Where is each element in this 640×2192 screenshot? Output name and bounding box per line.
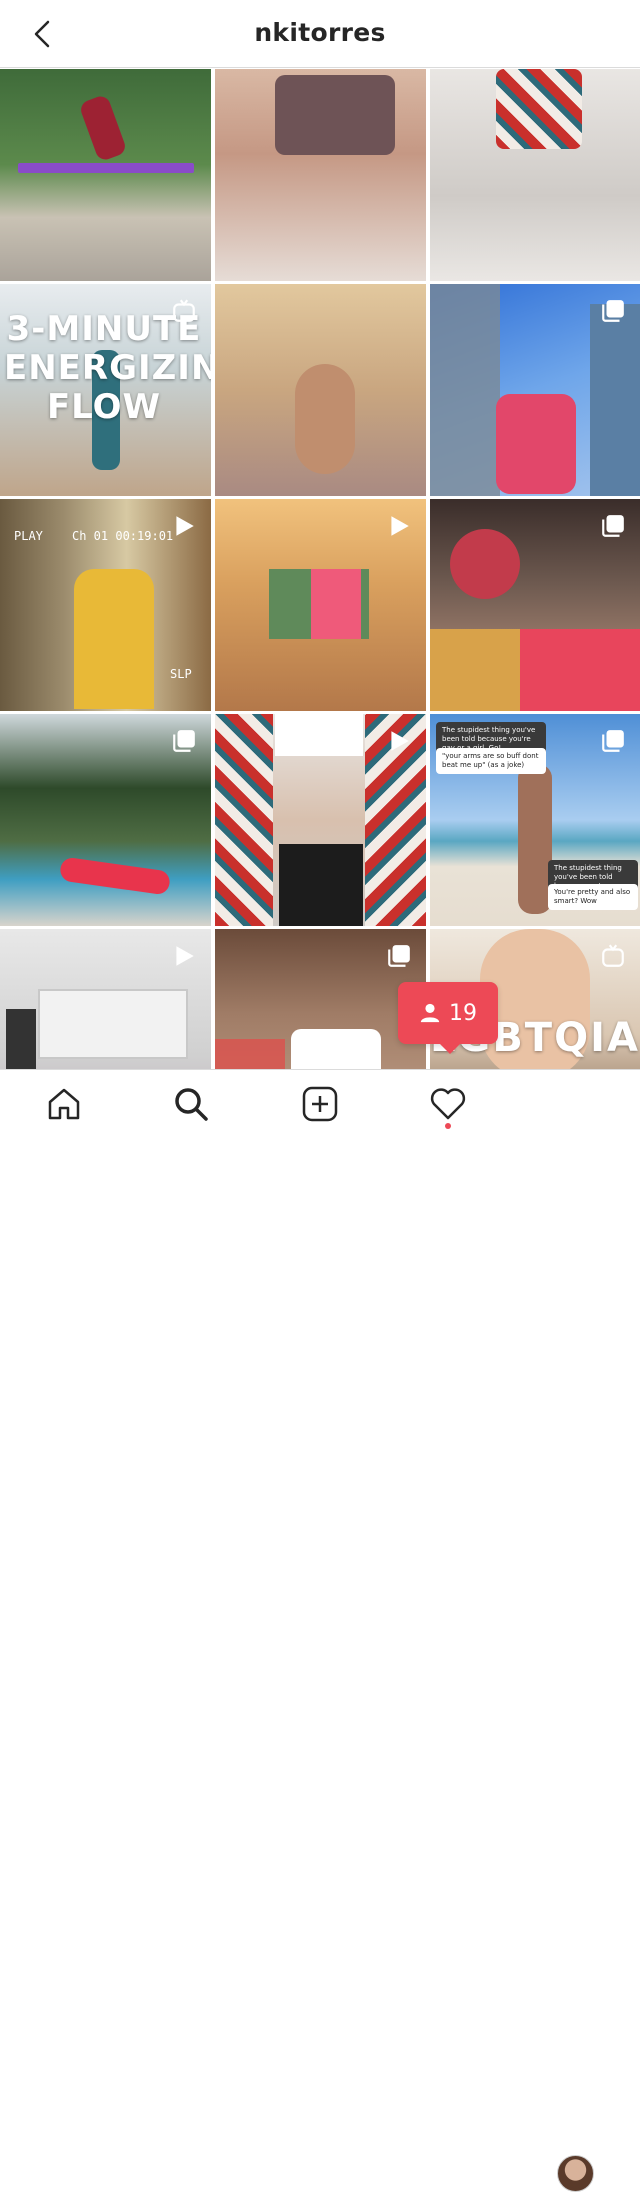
page-title: nkitorres bbox=[0, 18, 640, 47]
post-thumbnail[interactable] bbox=[215, 284, 426, 496]
carousel-icon bbox=[600, 513, 626, 539]
story-answer-1: "your arms are so buff dont beat me up" … bbox=[436, 748, 546, 774]
home-icon[interactable] bbox=[44, 1084, 84, 1124]
igtv-icon bbox=[600, 943, 626, 969]
post-thumbnail[interactable] bbox=[215, 929, 426, 1069]
follower-notification[interactable]: 19 bbox=[398, 982, 498, 1044]
video-icon bbox=[386, 513, 412, 539]
post-thumbnail[interactable] bbox=[430, 499, 640, 711]
vhs-left-label: PLAY bbox=[14, 529, 43, 543]
video-icon bbox=[171, 943, 197, 969]
video-icon bbox=[171, 513, 197, 539]
person-icon bbox=[419, 1002, 441, 1024]
vhs-bottom-label: SLP bbox=[170, 667, 192, 681]
video-icon bbox=[386, 728, 412, 754]
top-bar: nkitorres bbox=[0, 0, 640, 68]
story-answer-2: You're pretty and also smart? Wow bbox=[548, 884, 638, 910]
bottom-tab-bar bbox=[0, 1069, 640, 1138]
add-post-icon[interactable] bbox=[300, 1084, 340, 1124]
posts-grid: 3-MINUTE ENERGIZING FLOW PLAY Ch 01 00:1… bbox=[0, 69, 640, 1069]
post-thumbnail[interactable]: PLAY Ch 01 00:19:01 SLP bbox=[0, 499, 211, 711]
profile-avatar[interactable] bbox=[557, 2155, 594, 2192]
post-thumbnail[interactable] bbox=[215, 499, 426, 711]
post-thumbnail[interactable] bbox=[0, 69, 211, 281]
search-icon[interactable] bbox=[171, 1084, 211, 1124]
post-thumbnail[interactable] bbox=[215, 714, 426, 926]
heart-icon[interactable] bbox=[428, 1084, 468, 1124]
post-thumbnail[interactable] bbox=[430, 284, 640, 496]
carousel-icon bbox=[600, 728, 626, 754]
carousel-icon bbox=[600, 298, 626, 324]
activity-indicator-dot bbox=[445, 1123, 451, 1129]
post-thumbnail[interactable]: The stupidest thing you've been told bec… bbox=[430, 714, 640, 926]
post-thumbnail[interactable] bbox=[0, 714, 211, 926]
vhs-right-label: Ch 01 00:19:01 bbox=[72, 529, 173, 543]
post-thumbnail[interactable] bbox=[0, 929, 211, 1069]
igtv-icon bbox=[171, 298, 197, 324]
post-thumbnail[interactable]: 3-MINUTE ENERGIZING FLOW bbox=[0, 284, 211, 496]
post-thumbnail[interactable] bbox=[215, 69, 426, 281]
carousel-icon bbox=[386, 943, 412, 969]
notification-count: 19 bbox=[449, 1001, 477, 1026]
post-thumbnail[interactable] bbox=[430, 69, 640, 281]
carousel-icon bbox=[171, 728, 197, 754]
post-overlay-text: 3-MINUTE ENERGIZING FLOW bbox=[4, 310, 204, 427]
